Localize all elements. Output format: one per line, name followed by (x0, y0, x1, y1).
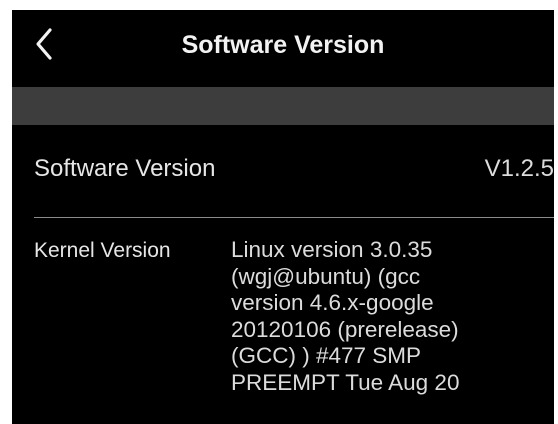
kernel-version-label: Kernel Version (34, 239, 171, 262)
software-version-value: V1.2.5 (484, 155, 554, 182)
software-version-label: Software Version (34, 155, 216, 182)
chevron-left-icon (36, 28, 52, 60)
kernel-version-line: version 4.6.x-google (231, 290, 434, 315)
kernel-version-line: (wgj@ubuntu) (gcc (231, 263, 421, 289)
device-screen: Software Version Software Version V1.2.5… (12, 10, 554, 424)
kernel-version-line: (GCC) ) #477 SMP (231, 343, 422, 368)
kernel-version-row: Kernel Version Linux version 3.0.35 (wgj… (12, 218, 554, 424)
kernel-version-line: PREEMPT Tue Aug 20 (231, 369, 460, 395)
section-band (12, 87, 554, 125)
kernel-version-value: Linux version 3.0.35 (wgj@ubuntu) (gcc v… (231, 237, 551, 396)
header-gap (12, 80, 554, 87)
kernel-version-line: 20120106 (prerelease) (231, 316, 459, 342)
page-title: Software Version (181, 31, 385, 59)
kernel-version-line: Linux version 3.0.35 (231, 237, 433, 262)
header-bar: Software Version (12, 10, 554, 80)
back-button[interactable] (26, 24, 66, 64)
software-version-row: Software Version V1.2.5 (12, 125, 554, 217)
